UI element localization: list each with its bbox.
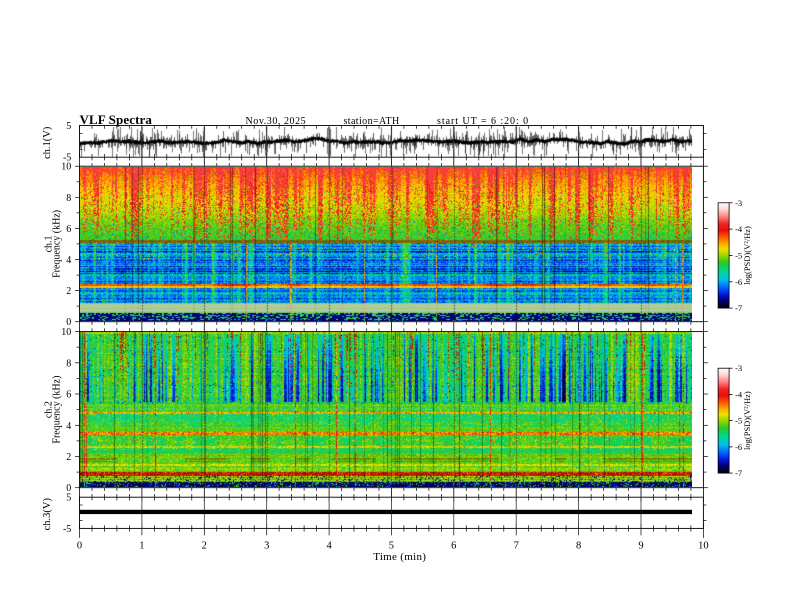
svg-text:Nov.30, 2025: Nov.30, 2025 (246, 116, 307, 127)
svg-text:-5: -5 (63, 524, 71, 535)
svg-text:6: 6 (66, 224, 71, 235)
svg-text:2: 2 (202, 541, 207, 552)
svg-text:2: 2 (66, 452, 71, 463)
svg-text:3: 3 (264, 541, 269, 552)
svg-text:station=ATH: station=ATH (344, 116, 400, 127)
svg-text:8: 8 (66, 358, 71, 369)
svg-text:-7: -7 (735, 303, 742, 313)
svg-text:-3: -3 (735, 363, 742, 373)
svg-text:8: 8 (576, 541, 581, 552)
svg-text:10: 10 (61, 162, 71, 173)
svg-text:log(PSD)(V²/Hz): log(PSD)(V²/Hz) (742, 391, 752, 450)
svg-text:Frequency (kHz): Frequency (kHz) (52, 376, 63, 444)
svg-text:1: 1 (139, 541, 144, 552)
svg-text:8: 8 (66, 193, 71, 204)
svg-text:log(PSD)(V²/Hz): log(PSD)(V²/Hz) (742, 226, 752, 285)
svg-text:4: 4 (326, 541, 332, 552)
svg-text:4: 4 (66, 421, 71, 432)
svg-text:VLF Spectra: VLF Spectra (80, 112, 153, 127)
svg-text:ch.1(V): ch.1(V) (42, 126, 53, 159)
svg-text:Frequency (kHz): Frequency (kHz) (52, 210, 63, 278)
svg-text:ch.3(V): ch.3(V) (42, 498, 53, 531)
svg-text:10: 10 (61, 327, 71, 338)
svg-text:5: 5 (389, 541, 394, 552)
svg-text:7: 7 (514, 541, 519, 552)
svg-text:4: 4 (66, 255, 71, 266)
svg-text:5: 5 (66, 121, 71, 132)
svg-text:6: 6 (451, 541, 456, 552)
svg-text:5: 5 (66, 493, 71, 504)
svg-text:Time (min): Time (min) (373, 551, 426, 563)
svg-text:0: 0 (66, 483, 71, 494)
svg-text:2: 2 (66, 286, 71, 297)
svg-text:start UT = 6 :20: 0: start UT = 6 :20: 0 (437, 116, 529, 127)
svg-text:-7: -7 (735, 468, 742, 478)
svg-text:9: 9 (638, 541, 643, 552)
svg-text:0: 0 (77, 541, 82, 552)
svg-text:6: 6 (66, 390, 71, 401)
svg-text:10: 10 (698, 541, 709, 552)
svg-text:-3: -3 (735, 198, 742, 208)
